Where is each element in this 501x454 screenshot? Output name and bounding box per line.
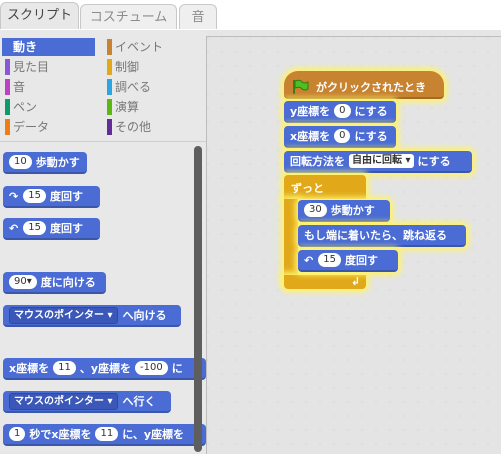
block-palette: 動き イベント 見た目 制御 音 調べる ペン 演算 データ その他 10 歩動か… xyxy=(0,30,206,453)
block-label: がクリックされたとき xyxy=(316,81,426,94)
glide-block[interactable]: 1 秒でx座標を 11 に、y座標を xyxy=(3,424,206,446)
block-label: 度に向ける xyxy=(40,276,96,289)
category-more[interactable]: その他 xyxy=(104,118,194,136)
point-towards-block[interactable]: マウスのポインター ▾ へ向ける xyxy=(3,305,181,327)
bounce-block[interactable]: もし端に着いたら、跳ね返る xyxy=(298,225,466,247)
steps-input[interactable]: 10 xyxy=(9,155,32,169)
loop-arrow-icon: ↲ xyxy=(351,275,361,288)
category-data[interactable]: データ xyxy=(2,118,95,136)
block-label: へ向ける xyxy=(122,309,167,322)
tab-scripts[interactable]: スクリプト xyxy=(0,2,79,29)
dropdown-value: マウスのポインター xyxy=(14,309,104,321)
rotation-style-dropdown[interactable]: 自由に回転 ▾ xyxy=(349,154,414,168)
y-input[interactable]: -100 xyxy=(135,361,168,375)
category-events[interactable]: イベント xyxy=(104,38,194,56)
x-input[interactable]: 0 xyxy=(334,129,351,143)
seconds-input[interactable]: 1 xyxy=(9,427,26,441)
x-input[interactable]: 11 xyxy=(53,361,76,375)
point-direction-block[interactable]: 90▾ 度に向ける xyxy=(3,272,106,294)
green-flag-icon xyxy=(293,79,309,94)
set-y-block[interactable]: y座標を 0 にする xyxy=(284,101,396,123)
category-label: 演算 xyxy=(115,100,140,114)
block-label: 歩動かす xyxy=(330,204,375,217)
block-label: に xyxy=(171,362,183,375)
turn-left-block[interactable]: ↶ 15 度回す xyxy=(3,218,100,240)
category-label: 動き xyxy=(13,40,38,54)
block-label: 度回す xyxy=(49,222,83,235)
category-looks[interactable]: 見た目 xyxy=(2,58,95,76)
go-to-block[interactable]: マウスのポインター ▾ へ行く xyxy=(3,391,171,413)
block-label: 度回す xyxy=(49,190,83,203)
block-label: に、y座標を xyxy=(122,428,185,441)
category-list: 動き イベント 見た目 制御 音 調べる ペン 演算 データ その他 xyxy=(0,30,206,140)
forever-label: ずっと xyxy=(291,182,324,195)
set-x-block[interactable]: x座標を 0 にする xyxy=(284,126,396,148)
turn-left-block[interactable]: ↶ 15 度回す xyxy=(298,250,398,272)
y-input[interactable]: 0 xyxy=(334,104,351,118)
category-label: 音 xyxy=(13,80,26,94)
category-pen[interactable]: ペン xyxy=(2,98,95,116)
block-label: 、y座標を xyxy=(79,362,132,375)
dropdown-value: マウスのポインター xyxy=(14,395,104,407)
scripts-area[interactable]: がクリックされたとき y座標を 0 にする x座標を 0 にする 回転方法を 自由に回転 … xyxy=(206,36,501,454)
block-label: 回転方法を xyxy=(290,155,345,168)
rotate-ccw-icon: ↶ xyxy=(304,253,314,267)
target-dropdown[interactable]: マウスのポインター ▾ xyxy=(9,392,118,410)
go-to-xy-block[interactable]: x座標を 11 、y座標を -100 に xyxy=(3,358,206,380)
block-label: にする xyxy=(354,130,388,143)
rotate-ccw-icon: ↶ xyxy=(9,221,19,235)
when-flag-clicked-block[interactable]: がクリックされたとき xyxy=(284,71,444,99)
forever-arm xyxy=(284,199,298,283)
target-dropdown[interactable]: マウスのポインター ▾ xyxy=(9,306,118,324)
category-sound[interactable]: 音 xyxy=(2,78,95,96)
category-label: イベント xyxy=(115,40,164,54)
block-label: 秒でx座標を xyxy=(29,428,92,441)
category-operators[interactable]: 演算 xyxy=(104,98,194,116)
dropdown-value: 自由に回転 xyxy=(352,155,402,166)
block-label: x座標を xyxy=(290,130,331,143)
category-label: データ xyxy=(13,120,50,134)
block-label: にする xyxy=(354,105,388,118)
category-control[interactable]: 制御 xyxy=(104,58,194,76)
tab-costumes[interactable]: コスチューム xyxy=(80,4,177,29)
category-label: 見た目 xyxy=(13,60,50,74)
tab-sounds[interactable]: 音 xyxy=(179,4,217,29)
steps-input[interactable]: 30 xyxy=(304,203,327,217)
category-motion[interactable]: 動き xyxy=(2,38,95,56)
block-label: 歩動かす xyxy=(35,156,80,169)
category-label: その他 xyxy=(115,120,152,134)
block-label: へ行く xyxy=(122,395,156,408)
move-steps-block[interactable]: 10 歩動かす xyxy=(3,152,87,174)
turn-right-block[interactable]: ↷ 15 度回す xyxy=(3,186,100,208)
direction-dropdown[interactable]: 90▾ xyxy=(9,275,37,289)
category-label: ペン xyxy=(13,100,38,114)
block-label: x座標を xyxy=(9,362,50,375)
block-label: 度回す xyxy=(344,254,378,267)
block-label: にする xyxy=(417,155,451,168)
category-sensing[interactable]: 調べる xyxy=(104,78,194,96)
set-rotation-style-block[interactable]: 回転方法を 自由に回転 ▾ にする xyxy=(284,151,472,173)
tab-bar: スクリプト コスチューム 音 xyxy=(0,0,501,30)
x-input[interactable]: 11 xyxy=(95,427,119,441)
degrees-input[interactable]: 15 xyxy=(23,189,46,203)
category-label: 調べる xyxy=(115,80,152,94)
move-steps-block[interactable]: 30 歩動かす xyxy=(298,200,390,222)
palette-scrollbar[interactable] xyxy=(194,146,202,452)
block-label: y座標を xyxy=(290,105,331,118)
divider xyxy=(0,141,206,142)
degrees-input[interactable]: 15 xyxy=(318,253,341,267)
block-label: もし端に着いたら、跳ね返る xyxy=(304,229,447,242)
category-label: 制御 xyxy=(115,60,140,74)
degrees-input[interactable]: 15 xyxy=(23,221,46,235)
rotate-cw-icon: ↷ xyxy=(9,189,19,203)
